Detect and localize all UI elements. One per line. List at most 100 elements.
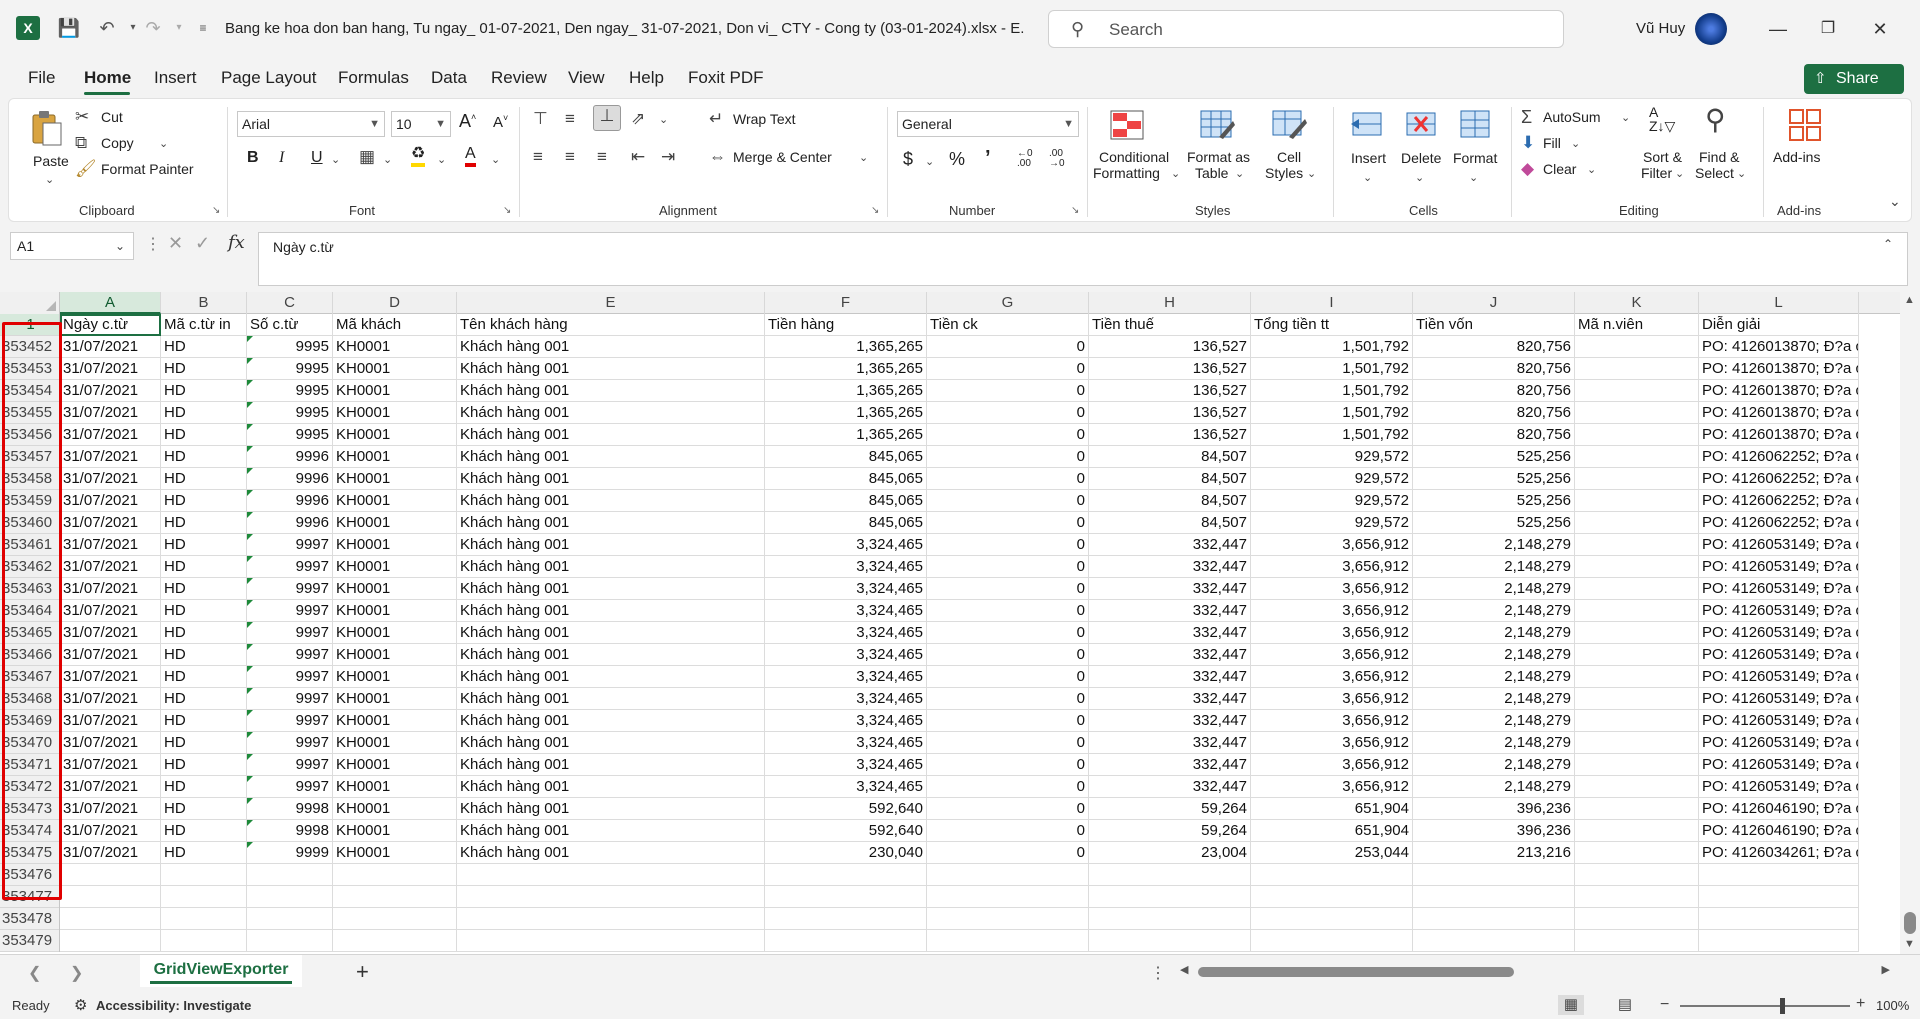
table-cell[interactable]: HD (161, 754, 247, 776)
table-cell[interactable]: 332,447 (1089, 688, 1251, 710)
cell-styles-icon[interactable] (1271, 107, 1307, 143)
table-cell[interactable]: 3,324,465 (765, 644, 927, 666)
column-header-g[interactable]: G (927, 292, 1089, 314)
table-cell[interactable]: KH0001 (333, 512, 457, 534)
row-header[interactable]: 353478 (0, 908, 59, 930)
table-cell[interactable]: 84,507 (1089, 512, 1251, 534)
table-cell[interactable]: 2,148,279 (1413, 688, 1575, 710)
table-cell[interactable]: PO: 4126053149; Đ?a ch (1699, 556, 1859, 578)
table-cell[interactable]: KH0001 (333, 446, 457, 468)
header-cell[interactable]: Tiền ck (927, 314, 1089, 336)
format-table-dropdown-icon[interactable]: ⌄ (1235, 167, 1244, 180)
format-button[interactable]: Format (1453, 150, 1497, 166)
table-cell[interactable]: 2,148,279 (1413, 578, 1575, 600)
table-cell[interactable]: 3,324,465 (765, 666, 927, 688)
table-cell[interactable] (247, 908, 333, 930)
merge-center-button[interactable]: Merge & Center (733, 149, 832, 165)
table-cell[interactable]: KH0001 (333, 490, 457, 512)
increase-decimal-icon[interactable]: ←0.00 (1017, 149, 1033, 169)
row-header[interactable]: 353474 (0, 820, 59, 842)
row-header[interactable]: 353463 (0, 578, 59, 600)
table-cell[interactable] (60, 864, 161, 886)
row-header[interactable]: 353455 (0, 402, 59, 424)
table-cell[interactable]: Khách hàng 001 (457, 446, 765, 468)
table-cell[interactable] (927, 864, 1089, 886)
table-cell[interactable]: KH0001 (333, 336, 457, 358)
table-cell[interactable]: PO: 4126053149; Đ?a ch (1699, 688, 1859, 710)
table-cell[interactable] (1575, 402, 1699, 424)
column-header-e[interactable]: E (457, 292, 765, 314)
table-cell[interactable]: HD (161, 446, 247, 468)
formula-input[interactable]: Ngày c.từ ⌃ (258, 232, 1908, 286)
currency-icon[interactable]: $ (903, 149, 913, 170)
table-cell[interactable]: HD (161, 622, 247, 644)
align-top-icon[interactable]: ⊤ (533, 109, 548, 129)
table-cell[interactable]: KH0001 (333, 798, 457, 820)
table-cell[interactable]: 2,148,279 (1413, 710, 1575, 732)
table-cell[interactable]: 0 (927, 688, 1089, 710)
header-cell[interactable]: Diễn giải (1699, 314, 1859, 336)
table-cell[interactable]: 1,501,792 (1251, 402, 1413, 424)
table-cell[interactable]: 3,656,912 (1251, 644, 1413, 666)
table-cell[interactable] (1413, 930, 1575, 952)
table-cell[interactable]: 0 (927, 336, 1089, 358)
row-header[interactable]: 353461 (0, 534, 59, 556)
table-cell[interactable] (457, 864, 765, 886)
zoom-slider-thumb[interactable] (1780, 998, 1785, 1014)
header-cell[interactable]: Mã khách (333, 314, 457, 336)
table-cell[interactable] (1575, 930, 1699, 952)
find-select-icon[interactable]: ⚲ (1705, 103, 1726, 136)
undo-icon[interactable]: ↶ (94, 14, 120, 42)
table-cell[interactable]: 525,256 (1413, 512, 1575, 534)
table-cell[interactable] (457, 930, 765, 952)
increase-indent-icon[interactable]: ⇥ (661, 147, 675, 167)
table-cell[interactable] (1575, 842, 1699, 864)
alignment-launcher-icon[interactable]: ↘ (871, 205, 879, 216)
table-cell[interactable]: 9997 (247, 578, 333, 600)
table-cell[interactable] (1251, 886, 1413, 908)
table-cell[interactable]: PO: 4126013870; Đ?a ch (1699, 380, 1859, 402)
table-cell[interactable]: HD (161, 600, 247, 622)
row-header[interactable]: 353476 (0, 864, 59, 886)
table-cell[interactable]: 31/07/2021 (60, 842, 161, 864)
table-cell[interactable]: 213,216 (1413, 842, 1575, 864)
table-cell[interactable] (1575, 336, 1699, 358)
table-cell[interactable]: 3,324,465 (765, 754, 927, 776)
autosum-button[interactable]: AutoSum (1543, 109, 1601, 125)
sort-dropdown-icon[interactable]: ⌄ (1675, 167, 1684, 180)
table-cell[interactable]: 3,656,912 (1251, 534, 1413, 556)
table-cell[interactable]: 3,324,465 (765, 776, 927, 798)
clear-button[interactable]: Clear (1543, 161, 1576, 177)
zoom-out-icon[interactable]: − (1660, 996, 1669, 1014)
table-cell[interactable]: PO: 4126046190; Đ?a ch (1699, 798, 1859, 820)
table-cell[interactable]: 9996 (247, 512, 333, 534)
header-cell[interactable]: Ngày c.từ (60, 314, 161, 336)
row-header[interactable]: 353458 (0, 468, 59, 490)
table-cell[interactable]: 9997 (247, 776, 333, 798)
table-cell[interactable]: Khách hàng 001 (457, 358, 765, 380)
table-cell[interactable]: 332,447 (1089, 578, 1251, 600)
table-cell[interactable]: 525,256 (1413, 490, 1575, 512)
table-cell[interactable]: 84,507 (1089, 468, 1251, 490)
table-cell[interactable]: KH0001 (333, 622, 457, 644)
user-name[interactable]: Vũ Huy (1636, 20, 1685, 37)
table-cell[interactable]: PO: 4126053149; Đ?a ch (1699, 754, 1859, 776)
table-cell[interactable]: 332,447 (1089, 710, 1251, 732)
table-cell[interactable]: KH0001 (333, 358, 457, 380)
table-cell[interactable]: 0 (927, 842, 1089, 864)
table-cell[interactable]: 3,656,912 (1251, 776, 1413, 798)
table-cell[interactable]: 525,256 (1413, 468, 1575, 490)
header-cell[interactable]: Mã c.từ in (161, 314, 247, 336)
table-cell[interactable]: 0 (927, 534, 1089, 556)
wrap-text-button[interactable]: Wrap Text (733, 111, 796, 127)
table-cell[interactable] (333, 886, 457, 908)
table-cell[interactable]: 396,236 (1413, 820, 1575, 842)
table-cell[interactable]: 845,065 (765, 490, 927, 512)
table-cell[interactable] (333, 864, 457, 886)
row-header[interactable]: 353460 (0, 512, 59, 534)
tab-review[interactable]: Review (491, 68, 547, 88)
column-header-k[interactable]: K (1575, 292, 1699, 314)
table-cell[interactable] (457, 886, 765, 908)
table-cell[interactable] (1089, 908, 1251, 930)
cell-styles-button[interactable]: Styles (1265, 165, 1303, 181)
